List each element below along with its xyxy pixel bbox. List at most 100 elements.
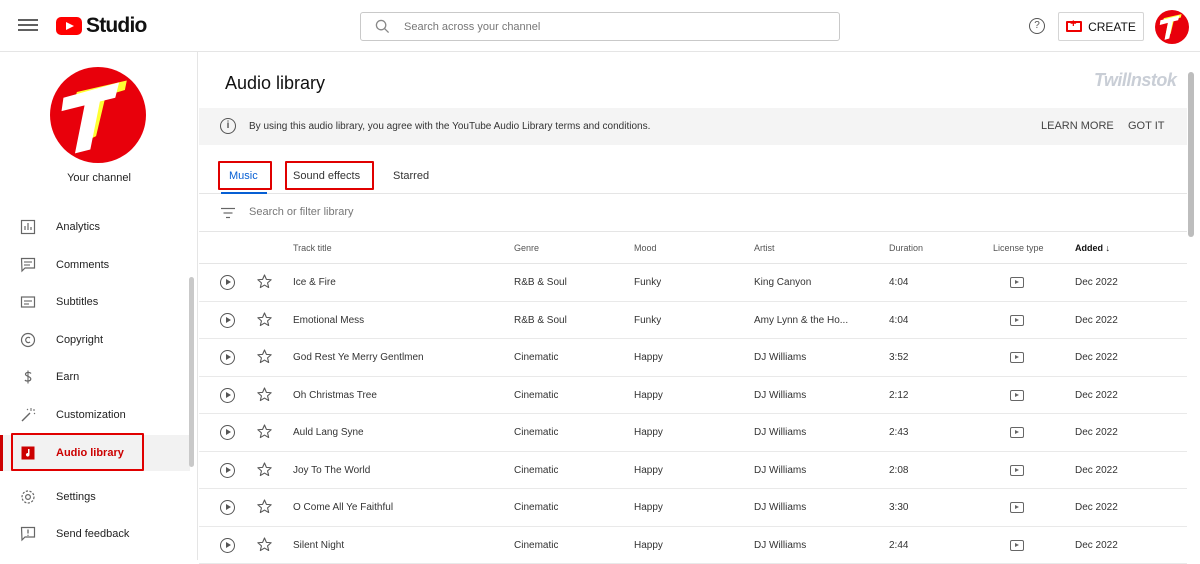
play-icon[interactable]	[220, 538, 235, 553]
learn-more-button[interactable]: LEARN MORE	[1041, 120, 1114, 132]
sidebar-item-label: Analytics	[56, 221, 100, 233]
star-icon[interactable]	[256, 348, 273, 365]
track-mood: Funky	[634, 315, 661, 326]
channel-avatar[interactable]	[50, 67, 146, 163]
table-row[interactable]: Silent NightCinematicHappyDJ Williams2:4…	[199, 527, 1187, 564]
highlight-box-sound-effects-tab	[285, 161, 374, 190]
table-header: Track title Genre Mood Artist Duration L…	[199, 233, 1187, 264]
filter-input[interactable]	[249, 206, 749, 218]
table-row[interactable]: God Rest Ye Merry GentlmenCinematicHappy…	[199, 339, 1187, 377]
help-icon[interactable]: ?	[1029, 18, 1045, 34]
sidebar-item-label: Customization	[56, 409, 126, 421]
track-genre: Cinematic	[514, 465, 558, 476]
play-icon[interactable]	[220, 313, 235, 328]
track-title: Oh Christmas Tree	[293, 390, 503, 401]
track-genre: Cinematic	[514, 390, 558, 401]
table-row[interactable]: Auld Lang SyneCinematicHappyDJ Williams2…	[199, 414, 1187, 452]
create-button[interactable]: CREATE	[1058, 12, 1144, 41]
column-mood[interactable]: Mood	[634, 243, 657, 253]
sidebar-item-label: Settings	[56, 491, 96, 503]
sidebar-item-label: Comments	[56, 259, 109, 271]
track-title: Silent Night	[293, 540, 503, 551]
channel-search[interactable]	[360, 12, 840, 41]
track-genre: R&B & Soul	[514, 315, 567, 326]
track-duration: 2:08	[889, 465, 908, 476]
column-genre[interactable]: Genre	[514, 243, 539, 253]
track-title: God Rest Ye Merry Gentlmen	[293, 352, 503, 363]
column-added-sort[interactable]: Added ↓	[1075, 243, 1110, 253]
play-icon[interactable]	[220, 388, 235, 403]
track-added: Dec 2022	[1075, 352, 1118, 363]
track-added: Dec 2022	[1075, 502, 1118, 513]
track-artist: DJ Williams	[754, 502, 879, 513]
star-icon[interactable]	[256, 498, 273, 515]
table-row[interactable]: Emotional MessR&B & SoulFunkyAmy Lynn & …	[199, 302, 1187, 340]
account-avatar[interactable]	[1155, 10, 1189, 44]
youtube-license-icon	[1010, 427, 1024, 438]
filter-icon[interactable]	[221, 207, 235, 219]
sidebar-item-analytics[interactable]: Analytics	[0, 209, 190, 245]
tab-starred[interactable]: Starred	[393, 170, 429, 182]
sidebar-item-earn[interactable]: Earn	[0, 359, 190, 395]
sidebar-item-customization[interactable]: Customization	[0, 397, 190, 433]
track-mood: Happy	[634, 540, 663, 551]
sidebar: Your channel Analytics Comments Subtitle…	[0, 52, 198, 560]
sidebar-item-subtitles[interactable]: Subtitles	[0, 284, 190, 320]
sidebar-item-settings[interactable]: Settings	[0, 479, 190, 515]
star-icon[interactable]	[256, 273, 273, 290]
track-duration: 3:30	[889, 502, 908, 513]
column-duration[interactable]: Duration	[889, 243, 923, 253]
track-added: Dec 2022	[1075, 540, 1118, 551]
track-genre: R&B & Soul	[514, 277, 567, 288]
youtube-studio-logo[interactable]: Studio	[56, 13, 147, 39]
track-mood: Funky	[634, 277, 661, 288]
track-genre: Cinematic	[514, 427, 558, 438]
track-duration: 2:43	[889, 427, 908, 438]
play-icon[interactable]	[220, 350, 235, 365]
brand-name: Studio	[86, 14, 147, 38]
search-input[interactable]	[404, 21, 824, 33]
create-video-icon	[1066, 21, 1082, 32]
hamburger-menu-icon[interactable]	[18, 16, 38, 36]
track-added: Dec 2022	[1075, 277, 1118, 288]
star-icon[interactable]	[256, 423, 273, 440]
main-scrollbar[interactable]	[1188, 72, 1194, 237]
sidebar-item-copyright[interactable]: Copyright	[0, 322, 190, 358]
track-artist: King Canyon	[754, 277, 879, 288]
terms-notice-banner: i By using this audio library, you agree…	[199, 108, 1187, 145]
sidebar-item-send-feedback[interactable]: Send feedback	[0, 516, 190, 552]
star-icon[interactable]	[256, 461, 273, 478]
play-icon[interactable]	[220, 275, 235, 290]
column-license-type[interactable]: License type	[993, 243, 1044, 253]
sidebar-item-label: Earn	[56, 371, 79, 383]
channel-logo-icon	[50, 67, 146, 163]
gear-icon	[20, 489, 36, 505]
sidebar-item-comments[interactable]: Comments	[0, 247, 190, 283]
dollar-icon	[20, 369, 36, 385]
create-label: CREATE	[1088, 20, 1136, 34]
play-icon[interactable]	[220, 500, 235, 515]
table-row[interactable]: Ice & FireR&B & SoulFunkyKing Canyon4:04…	[199, 264, 1187, 302]
feedback-icon	[20, 526, 36, 542]
track-mood: Happy	[634, 390, 663, 401]
subtitles-icon	[20, 294, 36, 310]
track-added: Dec 2022	[1075, 390, 1118, 401]
play-icon[interactable]	[220, 463, 235, 478]
table-row[interactable]: O Come All Ye FaithfulCinematicHappyDJ W…	[199, 489, 1187, 527]
sidebar-item-label: Copyright	[56, 334, 103, 346]
star-icon[interactable]	[256, 311, 273, 328]
track-title: Emotional Mess	[293, 315, 503, 326]
your-channel-label[interactable]: Your channel	[0, 172, 198, 184]
table-row[interactable]: Oh Christmas Tree Cinematic Happy DJ Willia…	[199, 377, 1187, 415]
table-row[interactable]: Joy To The WorldCinematicHappyDJ William…	[199, 452, 1187, 490]
sidebar-item-label: Send feedback	[56, 528, 129, 540]
play-icon[interactable]	[220, 425, 235, 440]
track-duration: 2:44	[889, 540, 908, 551]
track-artist: DJ Williams	[754, 427, 879, 438]
got-it-button[interactable]: GOT IT	[1128, 120, 1164, 132]
star-icon[interactable]	[256, 536, 273, 553]
star-icon[interactable]	[256, 386, 273, 403]
track-artist: DJ Williams	[754, 390, 879, 401]
column-artist[interactable]: Artist	[754, 243, 775, 253]
sidebar-scrollbar[interactable]	[189, 277, 194, 467]
